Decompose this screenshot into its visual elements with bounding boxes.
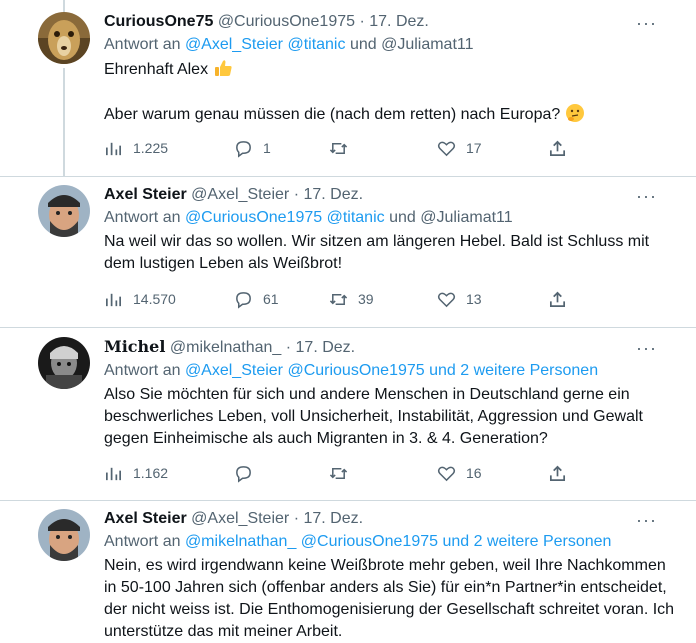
tweet-header: Axel Steier @Axel_Steier · 17. Dez.: [104, 185, 676, 205]
reply-mentions[interactable]: @Axel_Steier @CuriousOne1975 und 2 weite…: [185, 362, 598, 379]
tweet-actions: 1.162 16: [104, 464, 574, 486]
like-button[interactable]: 16: [437, 464, 482, 483]
divider: [0, 500, 696, 501]
views-button[interactable]: 1.225: [104, 139, 168, 158]
reply-to: Antwort an @Axel_Steier @CuriousOne1975 …: [104, 360, 676, 382]
divider: [0, 327, 696, 328]
tweet-header: Axel Steier @Axel_Steier · 17. Dez.: [104, 509, 676, 529]
reply-prefix: Antwort an: [104, 362, 181, 379]
handle[interactable]: @CuriousOne1975: [218, 13, 355, 30]
retweet-button[interactable]: [329, 139, 358, 158]
reply-mentions[interactable]: @mikelnathan_ @CuriousOne1975 und 2 weit…: [185, 533, 612, 550]
like-icon: [437, 466, 456, 482]
share-button[interactable]: [548, 139, 577, 158]
views-icon: [105, 142, 122, 156]
tweet-actions: 14.570 61 39 13: [104, 290, 574, 312]
handle[interactable]: @Axel_Steier: [191, 510, 289, 527]
views-button[interactable]: 1.162: [104, 464, 168, 483]
reply-button[interactable]: 61: [234, 290, 279, 309]
like-count: 13: [466, 291, 482, 307]
tweet-text: Nein, es wird irgendwann keine Weißbrote…: [104, 557, 675, 640]
share-icon: [549, 291, 566, 308]
timestamp[interactable]: · 17. Dez.: [286, 339, 355, 356]
views-count: 14.570: [133, 291, 176, 307]
retweet-icon: [329, 293, 348, 306]
tweet-actions: 1.225 1 17: [104, 139, 574, 161]
tweet-header: CuriousOne75 @CuriousOne1975 · 17. Dez.: [104, 12, 676, 32]
display-name[interactable]: CuriousOne75: [104, 13, 213, 30]
tweet-text: Ehrenhaft Alex Aber warum genau müssen d…: [104, 58, 676, 126]
thinking-face-emoji-icon: [565, 104, 584, 122]
share-button[interactable]: [548, 290, 577, 309]
display-name[interactable]: Michel: [104, 337, 165, 356]
share-button[interactable]: [548, 464, 577, 483]
thumbs-up-emoji-icon: [214, 60, 232, 76]
reply-count: 61: [263, 291, 279, 307]
thread-line: [63, 68, 65, 176]
like-count: 16: [466, 465, 482, 481]
tweet-text-line: Aber warum genau müssen die (nach dem re…: [104, 106, 561, 123]
tweet-header: Michel @mikelnathan_ · 17. Dez.: [104, 337, 676, 358]
display-name[interactable]: Axel Steier: [104, 510, 187, 527]
retweet-button[interactable]: [329, 464, 358, 483]
views-icon: [105, 467, 122, 481]
reply-button[interactable]: [234, 464, 263, 483]
share-icon: [549, 140, 566, 157]
retweet-count: 39: [358, 291, 374, 307]
retweet-button[interactable]: 39: [329, 290, 374, 309]
views-count: 1.225: [133, 140, 169, 156]
reply-to: Antwort an @Axel_Steier @titanic und @Ju…: [104, 34, 676, 56]
tweet-text-line: Ehrenhaft Alex: [104, 61, 209, 78]
divider: [0, 176, 696, 177]
like-icon: [437, 141, 456, 157]
reply-prefix: Antwort an: [104, 36, 181, 53]
like-button[interactable]: 17: [437, 139, 482, 158]
reply-icon: [236, 141, 251, 158]
like-count: 17: [466, 140, 482, 156]
reply-icon: [236, 292, 251, 309]
avatar[interactable]: [38, 185, 90, 237]
timestamp[interactable]: · 17. Dez.: [359, 13, 428, 30]
views-icon: [105, 293, 122, 307]
like-button[interactable]: 13: [437, 290, 482, 309]
handle[interactable]: @Axel_Steier: [191, 186, 289, 203]
views-button[interactable]: 14.570: [104, 290, 176, 309]
reply-mentions[interactable]: @CuriousOne1975 @titanic: [185, 209, 385, 226]
tweet-text: Na weil wir das so wollen. Wir sitzen am…: [104, 233, 650, 272]
retweet-icon: [329, 467, 348, 480]
views-count: 1.162: [133, 465, 169, 481]
reply-button[interactable]: 1: [234, 139, 271, 158]
reply-to: Antwort an @CuriousOne1975 @titanic und …: [104, 207, 676, 229]
reply-to: Antwort an @mikelnathan_ @CuriousOne1975…: [104, 531, 676, 553]
share-icon: [549, 465, 566, 482]
timestamp[interactable]: · 17. Dez.: [294, 510, 363, 527]
reply-others: und @Juliamat11: [349, 36, 474, 53]
like-icon: [437, 292, 456, 308]
display-name[interactable]: Axel Steier: [104, 186, 187, 203]
tweet-text: Also Sie möchten für sich und andere Men…: [104, 386, 643, 447]
reply-others: und @Juliamat11: [389, 209, 513, 226]
avatar[interactable]: [38, 509, 90, 561]
avatar[interactable]: [38, 337, 90, 389]
reply-icon: [236, 466, 251, 483]
timestamp[interactable]: · 17. Dez.: [294, 186, 363, 203]
handle[interactable]: @mikelnathan_: [170, 339, 281, 356]
thread-line: [63, 0, 65, 12]
reply-prefix: Antwort an: [104, 533, 181, 550]
avatar[interactable]: [38, 12, 90, 64]
reply-count: 1: [263, 140, 271, 156]
reply-mentions[interactable]: @Axel_Steier @titanic: [185, 36, 346, 53]
reply-prefix: Antwort an: [104, 209, 181, 226]
retweet-icon: [329, 142, 348, 155]
